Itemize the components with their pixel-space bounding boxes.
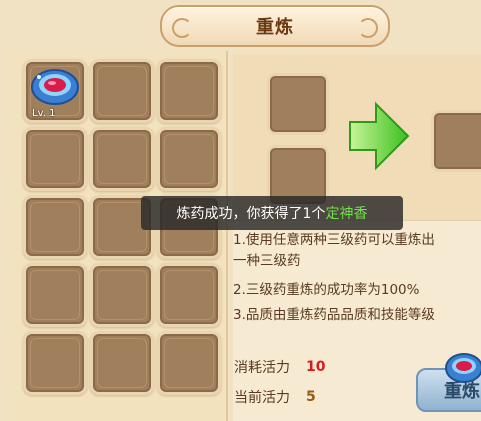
success-toast: 炼药成功，你获得了1个 定神香: [141, 196, 403, 230]
inventory-slot[interactable]: [90, 59, 154, 123]
ring-icon: [445, 353, 481, 383]
cost-vitality-row: 消耗活力 10: [234, 357, 325, 377]
description-line: 3.品质由重炼药品品质和技能等级: [233, 307, 435, 323]
inventory-slot[interactable]: [23, 127, 87, 191]
refine-description: 1.使用任意两种三级药可以重炼出 一种三级药 2.三级药重炼的成功率为100% …: [233, 230, 481, 326]
inventory-slot[interactable]: [157, 263, 221, 327]
current-vitality-label: 当前活力: [234, 390, 290, 406]
cost-vitality-label: 消耗活力: [234, 360, 290, 376]
result-slot: [431, 110, 481, 172]
inventory-slot[interactable]: [157, 59, 221, 123]
inventory-slot[interactable]: [23, 195, 87, 259]
material-slot-1[interactable]: [267, 73, 329, 135]
inventory-slot[interactable]: [90, 263, 154, 327]
inventory-slot[interactable]: Lv. 1: [23, 59, 87, 123]
title-banner: 重炼: [160, 5, 390, 47]
window-title: 重炼: [256, 17, 294, 38]
scroll-ornament-right-icon: [358, 18, 378, 38]
description-line: 一种三级药: [233, 253, 301, 269]
inventory-slot[interactable]: [157, 127, 221, 191]
refine-window: 重炼 Lv. 1 1.使用任意两种三级药可以重炼出 一种三级药 2.三级药重炼的…: [0, 0, 481, 421]
inventory-slot[interactable]: [90, 127, 154, 191]
green-arrow-right-icon: [349, 101, 410, 171]
cost-vitality-value: 10: [306, 359, 326, 375]
current-vitality-row: 当前活力 5: [234, 387, 316, 407]
scroll-ornament-left-icon: [172, 18, 192, 38]
toast-message: 炼药成功，你获得了1个: [176, 206, 326, 222]
current-vitality-value: 5: [306, 389, 316, 405]
description-line: 1.使用任意两种三级药可以重炼出: [233, 232, 435, 248]
toast-item-name: 定神香: [325, 206, 368, 222]
ring-item-icon: [31, 69, 79, 105]
inventory-slot[interactable]: [23, 263, 87, 327]
item-level-label: Lv. 1: [32, 108, 56, 119]
inventory-slot[interactable]: [23, 331, 87, 395]
inventory-slot[interactable]: [90, 331, 154, 395]
description-line: 2.三级药重炼的成功率为100%: [233, 282, 420, 298]
inventory-slot[interactable]: [157, 331, 221, 395]
